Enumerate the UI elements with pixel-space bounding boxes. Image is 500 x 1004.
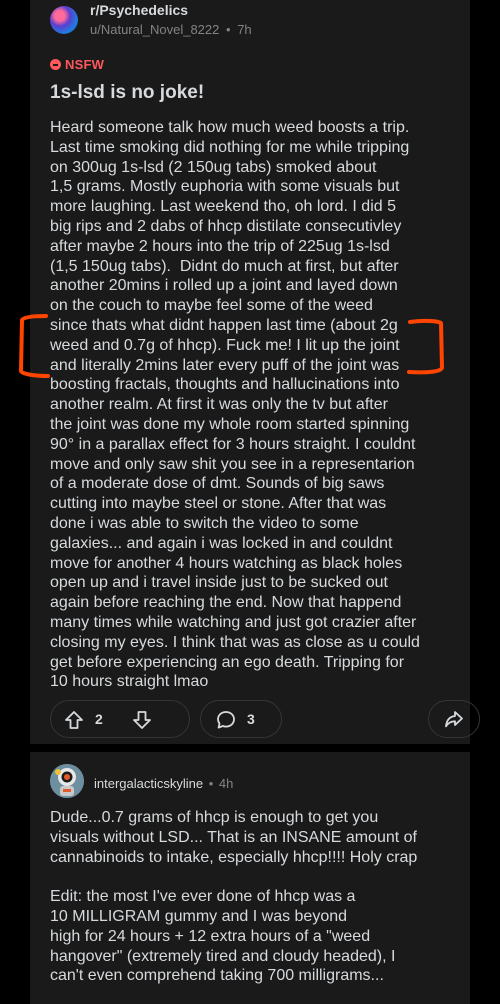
post-meta: u/Natural_Novel_8222 • 7h xyxy=(90,22,252,37)
post-body-line: 1,5 grams. Mostly euphoria with some vis… xyxy=(50,178,400,196)
post-body-line: another 20mins i rolled up a joint and l… xyxy=(50,277,398,295)
speech-bubble-icon xyxy=(217,711,235,729)
subreddit-name[interactable]: r/Psychedelics xyxy=(90,2,188,18)
post-body-line: and literally 2mins later every puff of … xyxy=(50,356,400,374)
post-body-line: on the couch to maybe feel some of the w… xyxy=(50,297,373,315)
post-title[interactable]: 1s-lsd is no joke! xyxy=(50,82,204,104)
post-body-line: of a moderate dose of dmt. Sounds of big… xyxy=(50,475,385,493)
downvote-button[interactable] xyxy=(131,709,153,731)
arrow-up-icon xyxy=(65,711,83,729)
post-body-line: cutting into maybe steel or stone. After… xyxy=(50,495,387,513)
post-age: 7h xyxy=(237,22,252,37)
comment-card[interactable]: intergalacticskyline • 4h Dude...0.7 gra… xyxy=(30,752,470,1004)
post-body-line: another realm. At first it was only the … xyxy=(50,396,388,414)
post-action-bar: 2 3 xyxy=(50,700,480,740)
nsfw-label: NSFW xyxy=(65,57,105,72)
post-body-line: Heard someone talk how much weed boosts … xyxy=(50,119,410,136)
nsfw-tag: NSFW xyxy=(50,57,104,72)
vote-control: 2 xyxy=(50,700,190,738)
comment-author[interactable]: intergalacticskyline xyxy=(94,776,203,791)
comment-age: 4h xyxy=(218,776,234,791)
post-body-line: on 300ug 1s-lsd (2 150ug tabs) smoked ab… xyxy=(50,158,377,176)
post-body-line: done i was able to switch the video to s… xyxy=(50,514,359,532)
post-body-line: (1,5 150ug tabs). Didnt do much at first… xyxy=(50,257,399,275)
post-body-line: Last time smoking did nothing for me whi… xyxy=(50,138,410,156)
arrow-down-icon xyxy=(133,711,151,729)
minus-circle-icon xyxy=(50,59,61,70)
post-header: r/Psychedelics u/Natural_Novel_8222 • 7h xyxy=(30,0,470,44)
comment-count: 3 xyxy=(247,711,255,727)
comment-body: Dude...0.7 grams of hhcp is enough to ge… xyxy=(50,808,460,986)
post-body-line: 10 hours straight lmao xyxy=(50,673,209,691)
comments-button[interactable]: 3 xyxy=(200,700,282,738)
post-body-line: since thats what didnt happen last time … xyxy=(50,316,398,334)
comment-meta: intergalacticskyline • 4h xyxy=(94,776,233,791)
post-body-line: open up and i travel inside just to be s… xyxy=(50,574,388,592)
comment-body-line: hangover" (extremely tired and cloudy he… xyxy=(50,947,396,965)
comment-body-line: 10 MILLIGRAM gummy and I was beyond xyxy=(50,907,348,925)
share-arrow-icon xyxy=(445,711,463,728)
post-body-line: closing my eyes. I think that was as clo… xyxy=(50,633,420,651)
post-body-line: big rips and 2 dabs of hhcp distilate co… xyxy=(50,217,402,235)
comment-separator: • xyxy=(208,776,214,791)
post-body-line: galaxies... and again i was locked in an… xyxy=(50,534,393,552)
post-card[interactable]: r/Psychedelics u/Natural_Novel_8222 • 7h… xyxy=(30,0,480,744)
post-body-line: get before experiencing an ego death. Tr… xyxy=(50,653,405,671)
post-body-line: boosting fractals, thoughts and hallucin… xyxy=(50,376,400,394)
upvote-count: 2 xyxy=(95,711,103,727)
post-body-line: move and only saw shit you see in a repr… xyxy=(50,455,415,473)
meta-separator: • xyxy=(226,22,231,37)
post-body-line: weed and 0.7g of hhcp). Fuck me! I lit u… xyxy=(50,336,400,354)
commenter-avatar[interactable] xyxy=(50,764,84,798)
post-author[interactable]: u/Natural_Novel_8222 xyxy=(90,22,219,37)
post-body-line: 90° in a parallax effect for 3 hours str… xyxy=(50,435,416,453)
comment-body-line: Edit: the most I've ever done of hhcp wa… xyxy=(50,888,356,906)
comment-body-line: can't even comprehend taking 700 milligr… xyxy=(50,967,384,985)
upvote-button[interactable] xyxy=(63,709,85,731)
post-body-line: the joint was done my whole room started… xyxy=(50,415,410,433)
subreddit-avatar[interactable] xyxy=(50,6,78,34)
post-body-line: move for another 4 hours watching as bla… xyxy=(50,554,403,572)
comment-body-line: visuals without LSD... That is an INSANE… xyxy=(50,828,417,846)
post-body-line: after maybe 2 hours into the trip of 225… xyxy=(50,237,390,255)
comment-body-line: cannabinoids to intake, especially hhcp!… xyxy=(50,848,418,866)
post-body-line: many times while watching and just got c… xyxy=(50,613,417,631)
comment-body-line: high for 24 hours + 12 extra hours of a … xyxy=(50,927,371,945)
robot-avatar-icon xyxy=(50,764,84,798)
post-body: Heard someone talk how much weed boosts … xyxy=(50,118,460,692)
comment-body-line: Dude...0.7 grams of hhcp is enough to ge… xyxy=(50,809,379,826)
comment-paragraph-gap xyxy=(50,867,460,887)
post-body-line: again before reaching the end. Now that … xyxy=(50,594,402,612)
post-body-line: more laughing. Last weekend tho, oh lord… xyxy=(50,198,396,216)
share-button[interactable] xyxy=(428,700,480,738)
